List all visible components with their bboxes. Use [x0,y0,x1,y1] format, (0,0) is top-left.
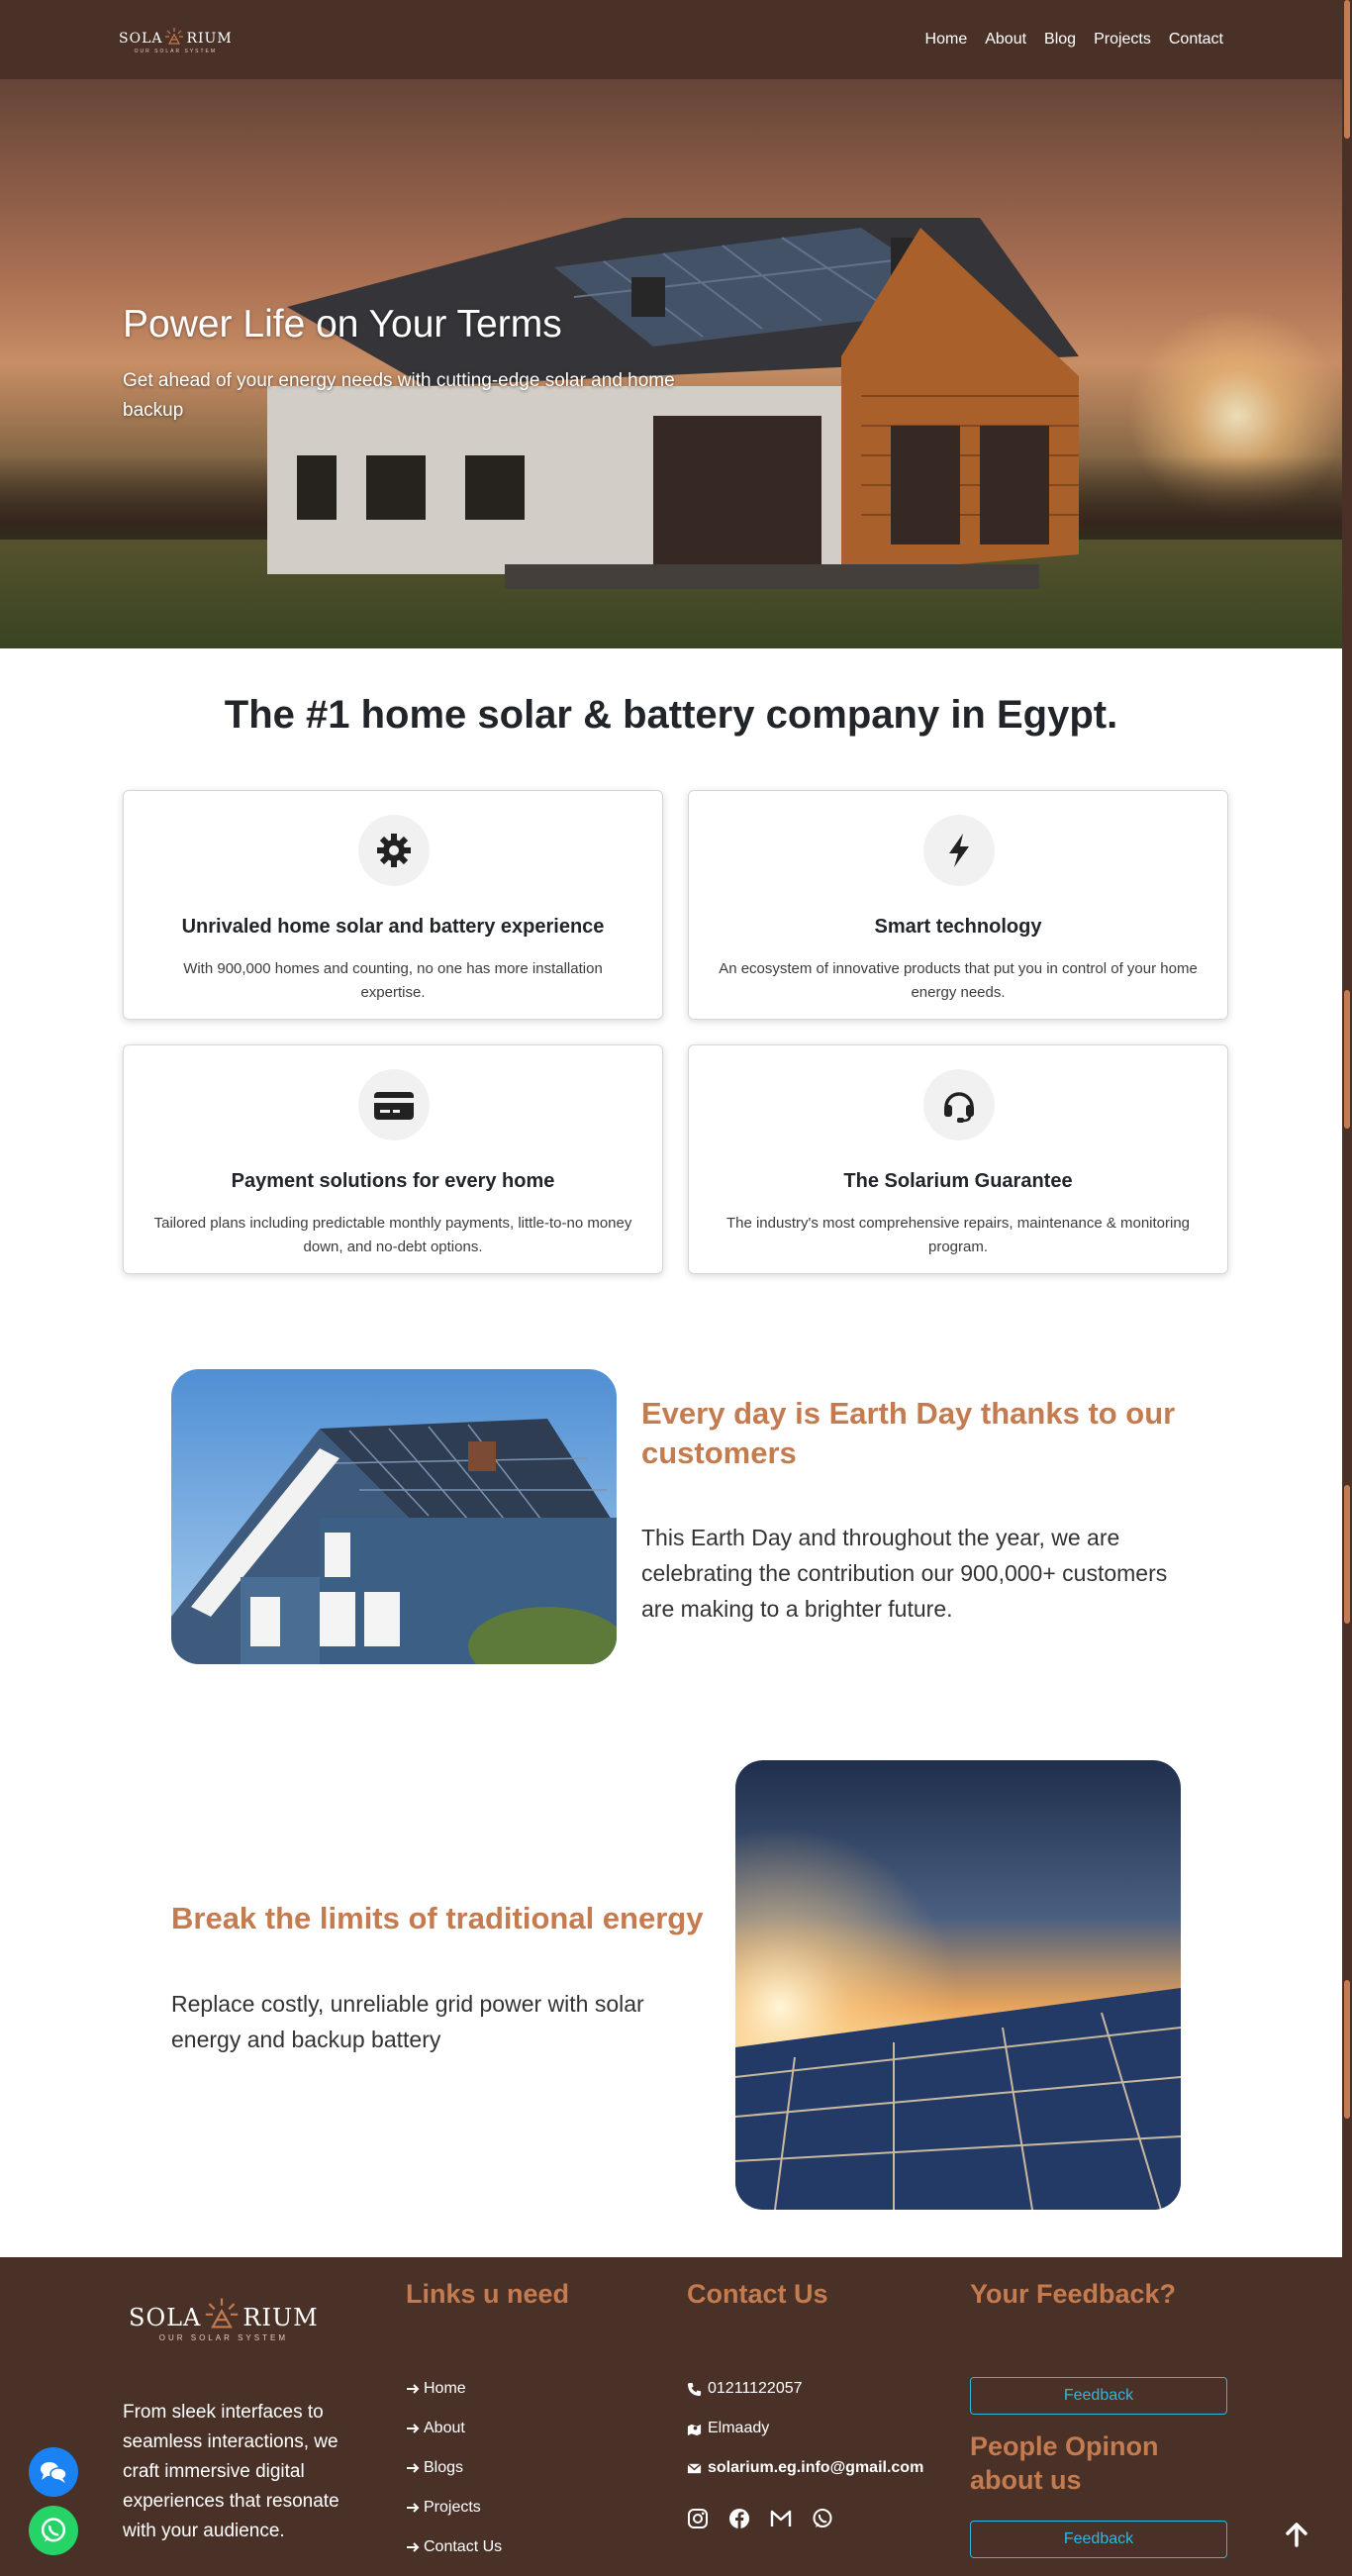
solar-panels-sunset-image [735,1760,1181,2210]
phone-icon [687,2382,702,2396]
nav-link-home[interactable]: Home [925,31,968,49]
arrow-right-icon [407,2384,420,2394]
card-title: Unrivaled home solar and battery experie… [181,916,605,938]
arrow-right-icon [407,2542,420,2552]
envelope-icon [687,2462,702,2473]
footer-link-label: Blogs [424,2459,464,2476]
footer-link-label: Home [424,2380,466,2397]
lightning-icon [923,815,995,886]
footer-contact-heading: Contact Us [687,2279,828,2309]
chat-bubble-button[interactable] [29,2447,78,2497]
credit-card-icon [358,1069,430,1140]
footer-link-label: About [424,2420,465,2436]
gear-icon [358,815,430,886]
scroll-segment [1344,1485,1350,1624]
feature-card-experience: Unrivaled home solar and battery experie… [123,790,663,1020]
site-logo[interactable]: SOLA RIUM OUR SOLAR SYSTEM [119,26,233,54]
logo-text-left: SOLA [129,2304,202,2331]
sun-logo-icon [165,27,184,45]
feedback-button[interactable]: Feedback [970,2377,1227,2415]
arrow-right-icon [407,2463,420,2473]
feature-card-guarantee: The Solarium Guarantee The industry's mo… [688,1044,1228,1274]
card-title: The Solarium Guarantee [843,1170,1073,1192]
contact-email[interactable]: solarium.eg.info@gmail.com [687,2459,923,2477]
page-scrollbar[interactable] [1342,0,1352,2576]
scroll-to-top-button[interactable] [1277,2515,1316,2554]
nav-link-blog[interactable]: Blog [1044,31,1076,49]
sun-logo-icon [206,2298,239,2328]
arrow-up-icon [1286,2523,1307,2547]
feature-card-smart-technology: Smart technology An ecosystem of innovat… [688,790,1228,1020]
footer-link-contact-us[interactable]: Contact Us [406,2538,502,2556]
phone-number: 01211122057 [708,2380,803,2397]
earth-day-text: This Earth Day and throughout the year, … [641,1525,1168,1622]
footer-link-blogs[interactable]: Blogs [406,2459,463,2477]
email-address: solarium.eg.info@gmail.com [708,2459,924,2476]
gmail-icon[interactable] [770,2508,792,2529]
footer-about-text: From sleek interfaces to seamless intera… [123,2402,339,2541]
feedback-heading: Your Feedback? [970,2279,1177,2309]
footer-link-projects[interactable]: Projects [406,2499,481,2517]
scroll-segment [1344,1980,1350,2119]
instagram-icon[interactable] [687,2508,709,2529]
logo-text-left: SOLA [119,30,163,47]
blue-house-solar-image [171,1369,617,1664]
scroll-segment [1344,990,1350,1129]
hero-banner: Power Life on Your Terms Get ahead of yo… [0,79,1342,648]
nav-link-contact[interactable]: Contact [1169,31,1223,49]
site-footer: SOLA RIUM OUR SOLAR SYSTEM From sleek in… [0,2257,1342,2576]
logo-tagline: OUR SOLAR SYSTEM [134,48,218,54]
facebook-icon[interactable] [728,2508,750,2529]
footer-link-about[interactable]: About [406,2420,465,2437]
nav-link-about[interactable]: About [985,31,1026,49]
people-opinion-heading: People Opinon about us [970,2431,1159,2495]
hero-title: Power Life on Your Terms [123,303,562,346]
feature-card-payment: Payment solutions for every home Tailore… [123,1044,663,1274]
chat-icon [41,2462,67,2483]
footer-logo[interactable]: SOLA RIUM OUR SOLAR SYSTEM [129,2295,319,2342]
hero-subtitle: Get ahead of your energy needs with cutt… [123,370,675,421]
scroll-segment [1344,0,1350,139]
footer-link-label: Contact Us [424,2538,503,2555]
whatsapp-icon[interactable] [812,2508,833,2529]
earth-day-title: Every day is Earth Day thanks to our cus… [641,1396,1176,1470]
arrow-right-icon [407,2503,420,2513]
opinion-feedback-button[interactable]: Feedback [970,2521,1227,2558]
contact-phone[interactable]: 01211122057 [687,2380,803,2398]
hero-overlay [0,79,1342,648]
break-limits-title: Break the limits of traditional energy [171,1901,704,1935]
logo-text-right: RIUM [242,2304,319,2331]
footer-link-home[interactable]: Home [406,2380,466,2398]
headset-icon [923,1069,995,1140]
contact-address: Elmaady [687,2420,769,2437]
break-limits-text: Replace costly, unreliable grid power wi… [171,1991,644,2052]
arrow-right-icon [407,2424,420,2433]
footer-links-heading: Links u need [406,2279,570,2309]
navbar: SOLA RIUM OUR SOLAR SYSTEM Home About Bl… [0,0,1342,79]
whatsapp-chat-button[interactable] [29,2506,78,2555]
whatsapp-icon [41,2518,66,2542]
card-title: Smart technology [874,916,1042,938]
card-text: With 900,000 homes and counting, no one … [183,960,603,1001]
card-text: Tailored plans including predictable mon… [153,1215,632,1255]
card-text: An ecosystem of innovative products that… [719,960,1198,1001]
logo-tagline: OUR SOLAR SYSTEM [158,2333,288,2342]
nav-link-projects[interactable]: Projects [1094,31,1151,49]
features-heading: The #1 home solar & battery company in E… [224,693,1118,737]
main-nav: Home About Blog Projects Contact [925,31,1223,49]
map-location-icon [687,2424,702,2435]
address-text: Elmaady [708,2420,770,2436]
logo-text-right: RIUM [186,30,233,47]
footer-link-label: Projects [424,2499,481,2516]
card-text: The industry's most comprehensive repair… [725,1215,1191,1255]
card-title: Payment solutions for every home [231,1170,555,1192]
